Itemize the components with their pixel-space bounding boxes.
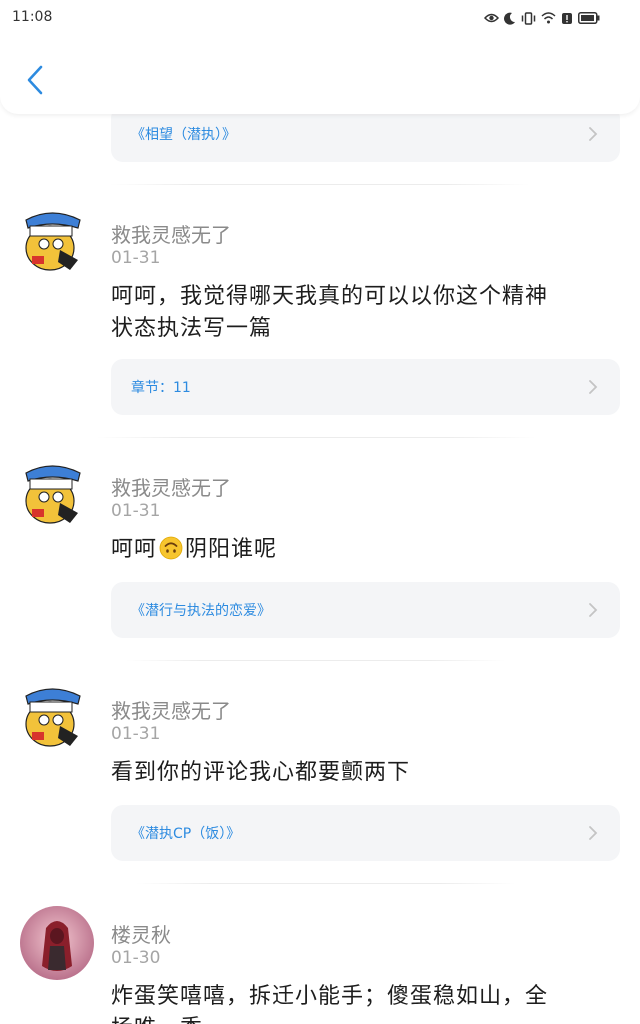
divider <box>126 660 506 661</box>
work-reference-label: 《潜执CP（饭）》 <box>131 826 241 842</box>
username[interactable]: 救我灵感无了 <box>111 219 231 248</box>
comment-text-line: 炸蛋笑嘻嘻，拆迁小能手；傻蛋稳如山，全 <box>111 984 549 1009</box>
comment-date: 01-31 <box>111 501 161 521</box>
battery-icon <box>578 12 600 24</box>
comments-page: 11:08 《相望（潜执）》 救我灵感无了 01-31 呵呵，我觉得哪天我真的可… <box>0 0 640 1024</box>
cartoon-avatar-icon <box>25 688 81 747</box>
work-reference-card[interactable]: 《相望（潜执）》 <box>111 106 620 162</box>
cartoon-avatar-icon <box>25 465 81 524</box>
comment-text-part: 呵呵 <box>111 537 158 562</box>
chevron-right-icon <box>589 603 598 617</box>
divider <box>136 883 516 884</box>
upside-down-face-emoji-icon <box>159 536 183 560</box>
user-avatar[interactable] <box>22 206 82 274</box>
user-avatar[interactable] <box>20 906 94 980</box>
work-reference-label: 《潜行与执法的恋爱》 <box>131 603 271 619</box>
eye-icon <box>484 13 499 23</box>
comment-date: 01-30 <box>111 948 161 968</box>
chevron-left-icon <box>27 65 43 95</box>
work-reference-card[interactable]: 《潜行与执法的恋爱》 <box>111 582 620 638</box>
user-avatar[interactable] <box>22 682 82 750</box>
comment-date: 01-31 <box>111 724 161 744</box>
header-bar: 11:08 <box>0 0 640 114</box>
divider <box>96 437 536 438</box>
comment-text: 看到你的评论我心都要颤两下 <box>111 760 411 785</box>
wifi-icon <box>541 12 556 24</box>
comment-text-line: 状态执法写一篇 <box>111 316 273 341</box>
comment-date: 01-31 <box>111 248 161 268</box>
work-reference-label: 《相望（潜执）》 <box>131 127 236 143</box>
chevron-right-icon <box>589 826 598 840</box>
work-reference-card[interactable]: 《潜执CP（饭）》 <box>111 805 620 861</box>
status-time: 11:08 <box>12 9 53 25</box>
user-avatar[interactable] <box>22 459 82 527</box>
username[interactable]: 救我灵感无了 <box>111 472 231 501</box>
username[interactable]: 救我灵感无了 <box>111 695 231 724</box>
chevron-right-icon <box>589 127 598 141</box>
vibrate-icon <box>521 11 536 25</box>
comment-text-line: 呵呵，我觉得哪天我真的可以以你这个精神 <box>111 284 549 309</box>
cartoon-avatar-icon <box>25 212 81 271</box>
username[interactable]: 楼灵秋 <box>111 919 171 948</box>
moon-icon <box>504 12 515 25</box>
chapter-reference-label: 章节：11 <box>131 380 191 396</box>
alert-icon <box>562 12 572 24</box>
back-button[interactable] <box>20 62 50 98</box>
comment-text-line: 场唯一秀 <box>111 1013 611 1024</box>
comment-text: 呵呵 阴阳谁呢 <box>111 534 611 566</box>
comment-text: 呵呵，我觉得哪天我真的可以以你这个精神 状态执法写一篇 <box>111 281 611 345</box>
illustrated-avatar-icon <box>20 906 94 980</box>
chapter-reference-card[interactable]: 章节：11 <box>111 359 620 415</box>
chevron-right-icon <box>589 380 598 394</box>
status-icons <box>484 10 600 26</box>
comment-text: 炸蛋笑嘻嘻，拆迁小能手；傻蛋稳如山，全 场唯一秀 <box>111 981 611 1024</box>
comment-text-part: 阴阳谁呢 <box>185 537 278 562</box>
divider <box>110 184 530 185</box>
